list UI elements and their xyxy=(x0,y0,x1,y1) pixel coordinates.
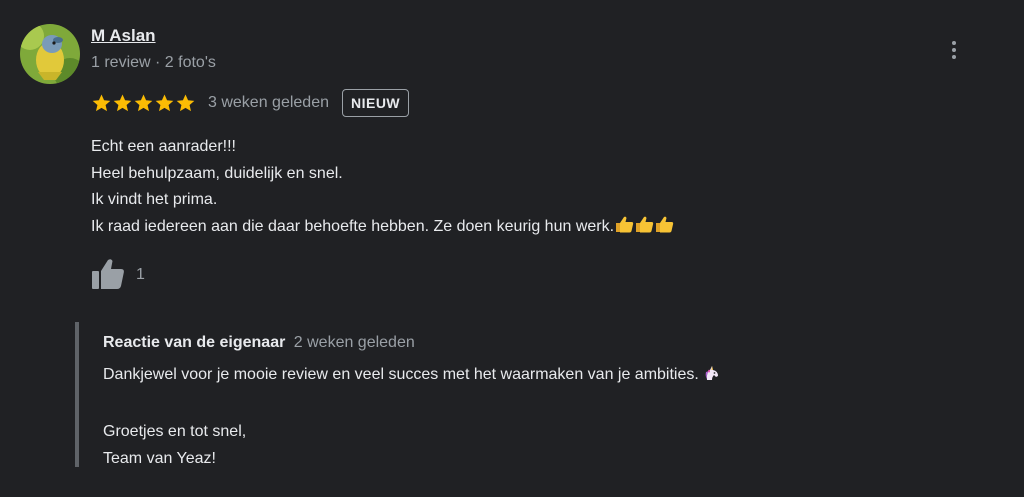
review-line-last: Ik raad iedereen aan die daar behoefte h… xyxy=(91,214,674,243)
thumbs-up-icon xyxy=(92,259,124,289)
star-icon xyxy=(134,94,153,112)
star-icon xyxy=(92,94,111,112)
star-icon xyxy=(113,94,132,112)
more-options-icon xyxy=(952,41,956,45)
owner-reply-date: 2 weken geleden xyxy=(293,334,415,351)
unicorn-emoji-icon xyxy=(703,364,721,391)
review-date: 3 weken geleden xyxy=(208,94,329,111)
like-row: 1 xyxy=(90,258,145,292)
owner-reply-text: Dankjewel voor je mooie review en veel s… xyxy=(103,361,721,472)
star-rating xyxy=(91,93,196,113)
reviewer-meta: 1 review · 2 foto's xyxy=(91,54,216,71)
new-badge: NIEUW xyxy=(341,89,410,117)
star-icon xyxy=(176,94,195,112)
thumbs-up-emoji-icons xyxy=(614,215,674,243)
review-text: Echt een aanrader!!! Heel behulpzaam, du… xyxy=(91,134,674,242)
more-options-button[interactable] xyxy=(940,36,968,64)
avatar[interactable] xyxy=(20,24,80,84)
like-count: 1 xyxy=(136,266,145,283)
owner-reply: Reactie van de eigenaar 2 weken geleden … xyxy=(75,322,718,467)
owner-reply-line: Dankjewel voor je mooie review en veel s… xyxy=(103,361,721,391)
reviewer-name[interactable]: M Aslan xyxy=(91,26,156,46)
owner-reply-header: Reactie van de eigenaar 2 weken geleden xyxy=(103,334,415,352)
rating-row: 3 weken geleden NIEUW xyxy=(91,88,410,118)
review-line: Echt een aanrader!!! xyxy=(91,138,236,155)
review-card: M Aslan 1 review · 2 foto's 3 weken gele… xyxy=(0,0,1024,497)
review-line: Ik vindt het prima. xyxy=(91,191,218,208)
owner-reply-line: Groetjes en tot snel, xyxy=(103,423,247,440)
review-line: Ik raad iedereen aan die daar behoefte h… xyxy=(91,217,615,235)
like-button[interactable] xyxy=(90,258,126,292)
owner-reply-title: Reactie van de eigenaar xyxy=(103,334,286,351)
owner-reply-line: Team van Yeaz! xyxy=(103,450,216,467)
review-line: Heel behulpzaam, duidelijk en snel. xyxy=(91,164,343,182)
star-icon xyxy=(155,94,174,112)
